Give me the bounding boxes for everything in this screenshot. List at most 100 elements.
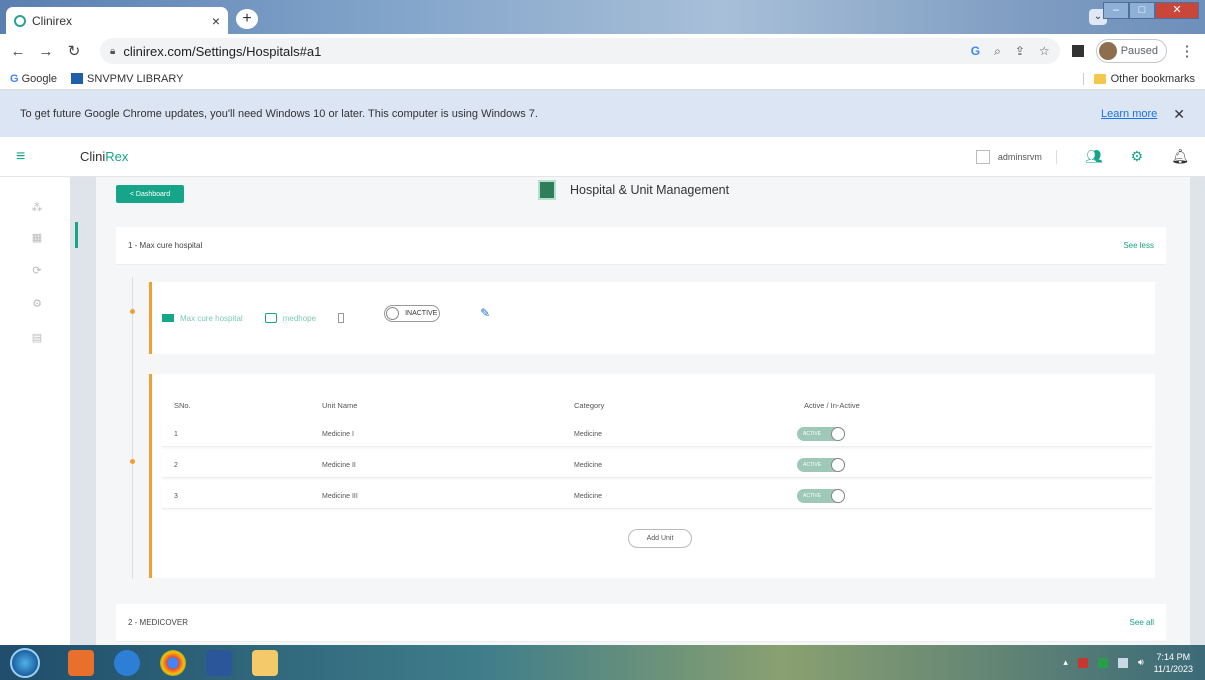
hospital-header-1: 1 - Max cure hospital See less [116,227,1166,265]
tree-connector [132,277,133,579]
see-less-link[interactable]: See less [1123,241,1154,250]
hospital-name-item: Max cure hospital [162,314,243,323]
chrome-update-infobar: To get future Google Chrome updates, you… [0,91,1205,137]
file-explorer-icon[interactable] [252,649,278,676]
bookmarks-bar: G Google SNVPMV LIBRARY Other bookmarks [0,68,1205,90]
unit-active-toggle[interactable]: ACTIVE [797,427,845,441]
notification-bell-icon[interactable]: 🔔︎ [1171,148,1189,165]
dashboard-button[interactable]: < Dashboard [116,185,184,203]
sidebar: ⁂ ▦ ⟳ ⚙ ▤ [0,177,70,645]
media-player-icon[interactable] [68,649,94,676]
app-logo: CliniRex [80,149,129,164]
close-window-button[interactable]: ✕ [1155,2,1199,19]
app-header: ≡ CliniRex adminsrvm 👥︎ ⚙︎ 🔔︎ [0,137,1205,177]
tray-flag-icon[interactable] [1077,657,1088,668]
system-tray: ▴ 🔊︎ 7:14 PM 11/1/2023 [1063,651,1205,675]
hospital-title: 2 - MEDICOVER [128,618,189,627]
new-tab-button[interactable]: + [236,9,258,29]
chrome-icon[interactable] [160,649,186,676]
user-menu[interactable]: adminsrvm [975,149,1057,164]
user-image-icon [975,149,990,164]
reload-icon[interactable]: ↻ [66,42,82,60]
hospital-status-toggle[interactable]: INACTIVE [384,304,441,322]
infobar-close-icon[interactable]: ✕ [1173,106,1185,123]
internet-explorer-icon[interactable] [114,649,140,676]
col-sno: SNo. [174,401,191,410]
table-row: 2 Medicine II Medicine ACTIVE [162,453,1152,478]
hamburger-menu-icon[interactable]: ≡ [16,148,36,166]
username: adminsrvm [997,151,1042,162]
browser-tab-strip: Clinirex × + ⌄ – □ ✕ [0,0,1205,34]
windows-taskbar: ▴ 🔊︎ 7:14 PM 11/1/2023 [0,645,1205,680]
start-button[interactable] [10,647,40,678]
browser-tab[interactable]: Clinirex × [6,7,228,34]
table-row: 3 Medicine III Medicine ACTIVE [162,484,1152,509]
zoom-icon[interactable]: ⌕ [994,44,1001,59]
add-unit-button[interactable]: Add Unit [628,529,692,548]
sidebar-active-indicator [75,222,78,248]
infobar-message: To get future Google Chrome updates, you… [20,108,538,120]
network-icon[interactable] [1117,657,1128,668]
sidebar-hierarchy-icon[interactable]: ⁂ [30,201,44,215]
col-active: Active / In-Active [804,401,860,410]
folder-icon [1093,73,1106,84]
back-icon[interactable]: ← [10,43,26,60]
window-controls: – □ ✕ [1103,2,1199,19]
profile-status: Paused [1120,45,1158,57]
message-icon [264,313,277,323]
settings-icon[interactable]: ⚙︎ [1131,148,1144,165]
hospital-building-icon [538,180,556,200]
bookmark-star-icon[interactable]: ☆ [1039,44,1050,59]
table-row: 1 Medicine I Medicine ACTIVE [162,422,1152,447]
other-bookmarks[interactable]: Other bookmarks [1082,72,1195,85]
hospital-icon [162,314,174,322]
bookmark-snvpmv-library[interactable]: SNVPMV LIBRARY [71,73,183,85]
hospital-code-item: medhope [264,313,316,323]
minimize-button[interactable]: – [1103,2,1129,19]
sidebar-document-icon[interactable]: ▤ [30,331,44,345]
document-icon [338,313,345,323]
hospital-detail-card: Max cure hospital medhope INACTIVE ✎ [149,282,1155,354]
volume-icon[interactable]: 🔊︎ [1138,657,1144,668]
unit-active-toggle[interactable]: ACTIVE [797,489,845,503]
url-text: clinirex.com/Settings/Hospitals#a1 [123,43,322,59]
address-bar[interactable]: 🔒︎ clinirex.com/Settings/Hospitals#a1 G … [100,38,1060,64]
share-icon[interactable]: ⇪ [1015,44,1025,59]
library-icon [71,73,84,85]
profile-button[interactable]: Paused [1095,39,1167,63]
tray-expand-icon[interactable]: ▴ [1063,657,1068,668]
forward-icon[interactable]: → [38,43,54,60]
edit-pencil-icon[interactable]: ✎ [480,306,490,320]
tree-node-dot [130,459,135,464]
clock[interactable]: 7:14 PM 11/1/2023 [1154,651,1193,675]
menu-icon[interactable]: ⋮ [1179,42,1195,60]
side-panel-icon[interactable] [1071,45,1084,57]
sidebar-sync-icon[interactable]: ⟳ [30,264,44,278]
avatar [1098,42,1117,60]
units-table-card: SNo. Unit Name Category Active / In-Acti… [149,374,1155,578]
lock-icon[interactable]: 🔒︎ [110,46,115,57]
main-content: < Dashboard Hospital & Unit Management 1… [96,177,1190,645]
bookmark-google[interactable]: G Google [10,73,57,85]
page-title: Hospital & Unit Management [538,180,729,200]
google-icon: G [10,72,19,85]
tab-close-icon[interactable]: × [212,13,220,29]
see-all-link[interactable]: See all [1130,618,1154,627]
hospital-title: 1 - Max cure hospital [128,241,203,250]
tab-title: Clinirex [32,13,73,28]
col-unit-name: Unit Name [322,401,358,410]
tray-app-icon[interactable] [1097,657,1108,668]
tree-node-dot [130,309,135,314]
learn-more-link[interactable]: Learn more [1101,108,1157,120]
clinirex-favicon-icon [14,14,26,27]
toggle-knob [386,306,400,320]
users-icon[interactable]: 👥︎ [1085,148,1103,165]
hospital-header-2: 2 - MEDICOVER See all [116,604,1166,642]
sidebar-hospital-icon[interactable]: ▦ [30,231,44,245]
browser-toolbar: ← → ↻ 🔒︎ clinirex.com/Settings/Hospitals… [0,34,1205,68]
sidebar-settings-icon[interactable]: ⚙ [30,297,44,311]
word-icon[interactable] [206,649,232,676]
unit-active-toggle[interactable]: ACTIVE [797,458,845,472]
google-translate-icon[interactable]: G [971,44,980,59]
maximize-button[interactable]: □ [1129,2,1155,19]
